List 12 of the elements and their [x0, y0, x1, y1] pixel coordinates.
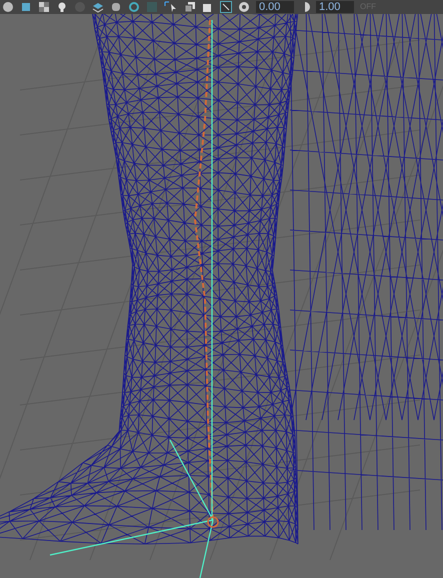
light-bulb-icon[interactable]: [56, 1, 68, 13]
ring-icon[interactable]: [128, 1, 140, 13]
value-field[interactable]: 0.00: [256, 1, 294, 13]
checker-icon[interactable]: [38, 1, 50, 13]
square-icon[interactable]: [202, 1, 214, 13]
sphere-icon[interactable]: [2, 1, 14, 13]
stacked-squares-icon[interactable]: [184, 1, 196, 13]
layers-icon[interactable]: [92, 1, 104, 13]
cursor-icon[interactable]: [164, 1, 178, 13]
aperture-icon[interactable]: [238, 1, 250, 13]
value-field[interactable]: 1.00: [316, 1, 354, 13]
cube-icon[interactable]: [20, 1, 32, 13]
